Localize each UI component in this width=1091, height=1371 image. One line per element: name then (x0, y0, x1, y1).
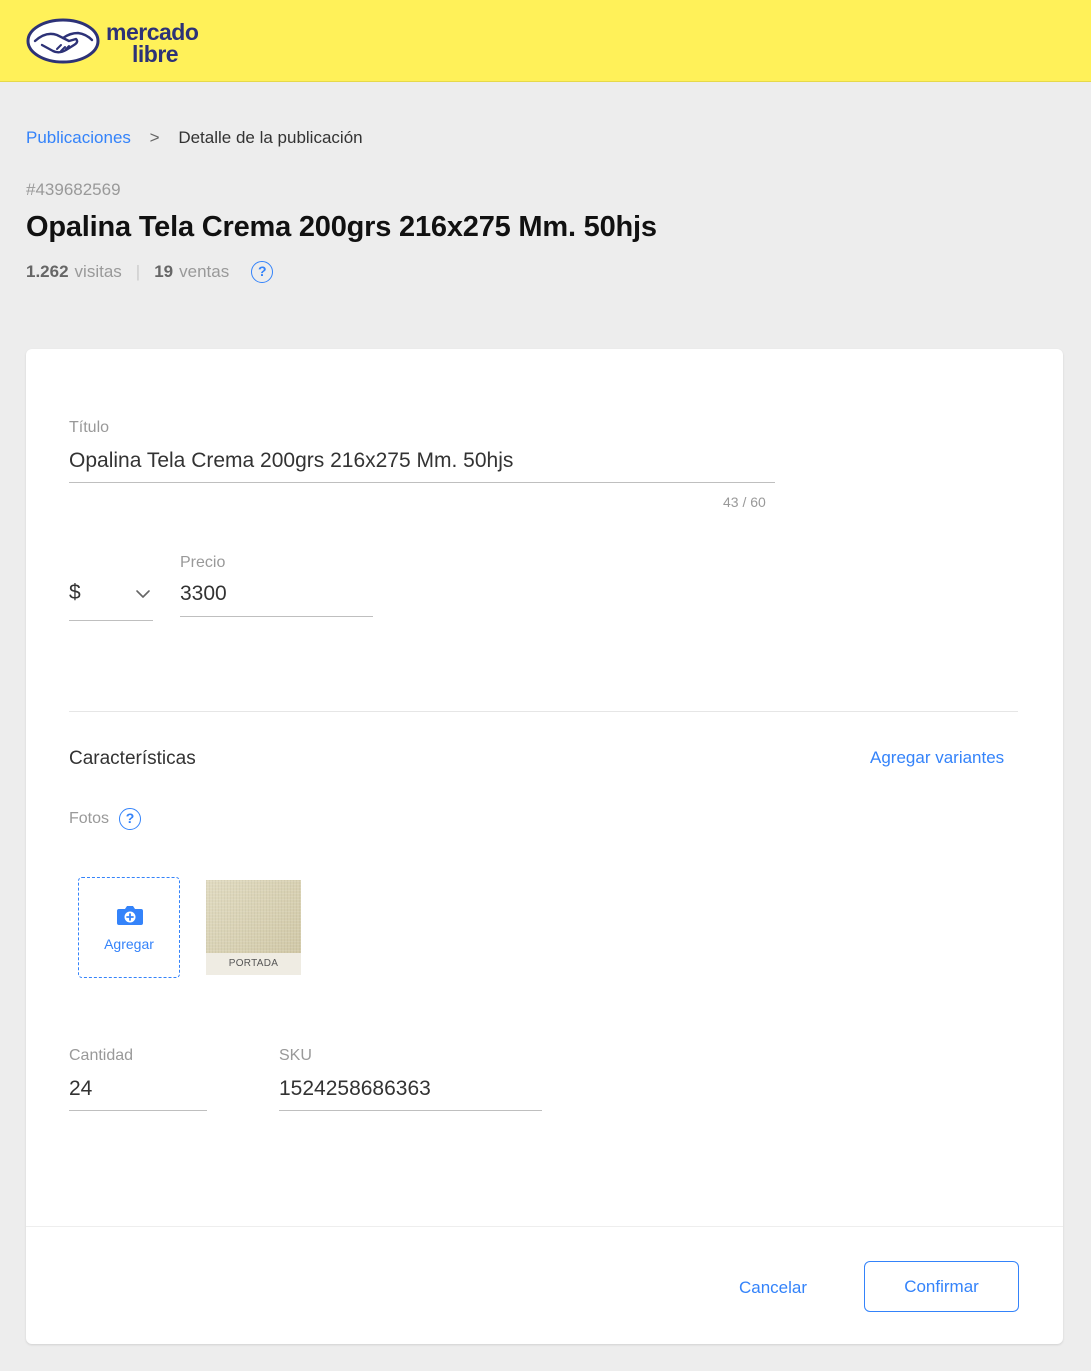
add-variants-link[interactable]: Agregar variantes (870, 748, 1004, 768)
add-photo-label: Agregar (104, 936, 154, 952)
currency-select[interactable]: $ (69, 571, 153, 621)
logo-wordmark: mercado libre (106, 19, 199, 67)
title-input-underline (69, 482, 775, 483)
edit-form-card: Título Opalina Tela Crema 200grs 216x275… (26, 349, 1063, 1344)
title-label: Título (69, 419, 110, 436)
sku-input-underline (279, 1110, 542, 1111)
cover-photo-thumbnail[interactable]: PORTADA (206, 880, 301, 975)
item-id: #439682569 (26, 180, 121, 199)
breadcrumb: Publicaciones > Detalle de la publicació… (26, 128, 363, 148)
currency-underline (69, 620, 153, 621)
page-title: Opalina Tela Crema 200grs 216x275 Mm. 50… (26, 211, 657, 243)
photos-label: Fotos (69, 810, 110, 827)
footer-divider (26, 1226, 1063, 1227)
logo-line-1: mercado (106, 19, 199, 45)
chevron-right-icon: > (149, 128, 160, 147)
sku-input[interactable]: 1524258686363 (279, 1077, 431, 1101)
price-input-underline (180, 616, 373, 617)
confirm-button[interactable]: Confirmar (864, 1261, 1019, 1312)
quantity-input[interactable]: 24 (69, 1077, 92, 1101)
characteristics-title: Características (69, 748, 196, 769)
stats-divider: | (135, 262, 141, 281)
quantity-label: Cantidad (69, 1047, 134, 1064)
item-stats: 1.262 visitas | 19 ventas ? (26, 261, 274, 283)
breadcrumb-publicaciones-link[interactable]: Publicaciones (26, 128, 131, 147)
mercadolibre-logo[interactable]: mercado libre (26, 18, 226, 68)
photos-header: Fotos ? (69, 808, 142, 830)
breadcrumb-current: Detalle de la publicación (178, 128, 363, 147)
title-char-counter: 43 / 60 (723, 494, 766, 510)
cover-caption: PORTADA (206, 953, 301, 975)
logo-line-2: libre (132, 41, 179, 67)
sales-count: 19 (154, 262, 174, 281)
question-circle-icon[interactable]: ? (251, 261, 274, 283)
section-divider (69, 711, 1018, 712)
price-label: Precio (180, 554, 226, 571)
chevron-down-icon (136, 590, 150, 598)
title-input[interactable]: Opalina Tela Crema 200grs 216x275 Mm. 50… (69, 449, 513, 473)
currency-value: $ (69, 581, 81, 604)
camera-plus-icon (117, 906, 143, 925)
visits-count: 1.262 (26, 262, 69, 281)
handshake-logo-icon (26, 18, 100, 64)
sku-label: SKU (279, 1047, 312, 1064)
quantity-input-underline (69, 1110, 207, 1111)
top-header: mercado libre (0, 0, 1091, 82)
price-input[interactable]: 3300 (180, 582, 227, 606)
question-circle-icon[interactable]: ? (119, 808, 142, 830)
sales-label: ventas (179, 262, 230, 281)
visits-label: visitas (74, 262, 122, 281)
add-photo-button[interactable]: Agregar (78, 877, 180, 978)
cancel-button[interactable]: Cancelar (739, 1278, 807, 1298)
